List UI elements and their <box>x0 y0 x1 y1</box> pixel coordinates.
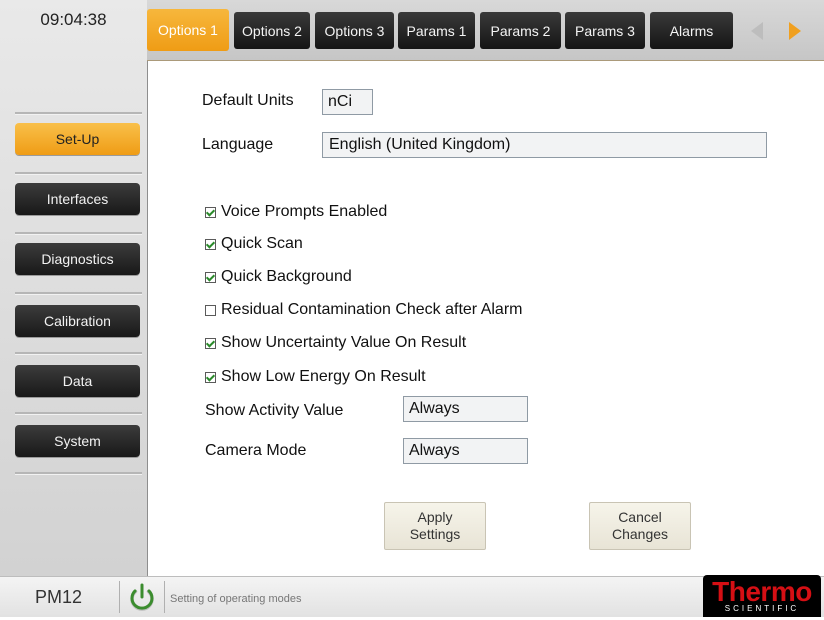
status-bar: PM12 Setting of operating modes Thermo S… <box>0 575 824 617</box>
nav-separator <box>15 112 142 115</box>
checkbox-box[interactable] <box>205 371 216 383</box>
checkbox-box[interactable] <box>205 337 216 349</box>
sidebar-item-data[interactable]: Data <box>15 365 140 397</box>
nav-separator <box>15 412 142 415</box>
power-button[interactable] <box>124 579 160 615</box>
clock: 09:04:38 <box>40 10 107 29</box>
tab-scroll-right-button[interactable] <box>781 14 809 48</box>
checkbox-label: Show Uncertainty Value On Result <box>221 334 467 351</box>
checkbox-show-uncertainty[interactable]: Show Uncertainty Value On Result <box>205 334 466 352</box>
options-panel: Default Units nCi Language English (Unit… <box>148 61 824 576</box>
default-units-label: Default Units <box>202 92 294 109</box>
arrow-right-icon <box>789 22 801 40</box>
thermo-scientific-logo: Thermo SCIENTIFIC <box>703 575 821 617</box>
sidebar-item-interfaces[interactable]: Interfaces <box>15 183 140 215</box>
language-label: Language <box>202 136 274 153</box>
device-name: PM12 <box>35 587 83 607</box>
tab-options-2[interactable]: Options 2 <box>234 12 310 49</box>
status-message: Setting of operating modes <box>170 593 302 605</box>
apply-settings-button[interactable]: Apply Settings <box>384 502 486 550</box>
tab-params-3[interactable]: Params 3 <box>565 12 645 49</box>
status-divider <box>164 581 165 613</box>
tab-params-1[interactable]: Params 1 <box>398 12 475 49</box>
tab-scroll-left-button[interactable] <box>743 14 771 48</box>
tab-alarms[interactable]: Alarms <box>650 12 733 49</box>
checkbox-label: Voice Prompts Enabled <box>221 203 388 220</box>
checkbox-show-low-energy[interactable]: Show Low Energy On Result <box>205 368 426 386</box>
tab-options-3[interactable]: Options 3 <box>315 12 394 49</box>
nav-separator <box>15 352 142 355</box>
checkbox-box[interactable] <box>205 271 216 283</box>
language-field[interactable]: English (United Kingdom) <box>322 132 767 158</box>
checkbox-box[interactable] <box>205 206 216 218</box>
camera-mode-label: Camera Mode <box>205 442 307 459</box>
checkbox-box[interactable] <box>205 238 216 250</box>
camera-mode-field[interactable]: Always <box>403 438 528 464</box>
checkbox-label: Residual Contamination Check after Alarm <box>221 301 523 318</box>
tab-params-2[interactable]: Params 2 <box>480 12 561 49</box>
tab-bar: Options 1 Options 2 Options 3 Params 1 P… <box>147 0 824 61</box>
arrow-left-icon <box>751 22 763 40</box>
show-activity-field[interactable]: Always <box>403 396 528 422</box>
checkbox-residual-contamination[interactable]: Residual Contamination Check after Alarm <box>205 301 522 319</box>
sidebar-item-set-up[interactable]: Set-Up <box>15 123 140 155</box>
checkbox-box[interactable] <box>205 304 216 316</box>
checkbox-label: Quick Background <box>221 268 352 285</box>
power-icon <box>130 583 154 611</box>
checkbox-label: Show Low Energy On Result <box>221 368 426 385</box>
default-units-field[interactable]: nCi <box>322 89 373 115</box>
tab-options-1[interactable]: Options 1 <box>147 9 229 51</box>
sidebar-item-system[interactable]: System <box>15 425 140 457</box>
logo-sub-text: SCIENTIFIC <box>724 604 800 613</box>
show-activity-label: Show Activity Value <box>205 402 344 419</box>
nav-separator <box>15 292 142 295</box>
sidebar-item-calibration[interactable]: Calibration <box>15 305 140 337</box>
checkbox-voice-prompts[interactable]: Voice Prompts Enabled <box>205 203 387 221</box>
checkbox-quick-scan[interactable]: Quick Scan <box>205 235 303 253</box>
cancel-changes-button[interactable]: Cancel Changes <box>589 502 691 550</box>
nav-separator <box>15 472 142 475</box>
checkbox-quick-background[interactable]: Quick Background <box>205 268 352 286</box>
sidebar-item-diagnostics[interactable]: Diagnostics <box>15 243 140 275</box>
sidebar: 09:04:38 Set-Up Interfaces Diagnostics C… <box>0 0 148 576</box>
status-divider <box>119 581 120 613</box>
nav-separator <box>15 172 142 175</box>
checkbox-label: Quick Scan <box>221 235 303 252</box>
nav-separator <box>15 232 142 235</box>
